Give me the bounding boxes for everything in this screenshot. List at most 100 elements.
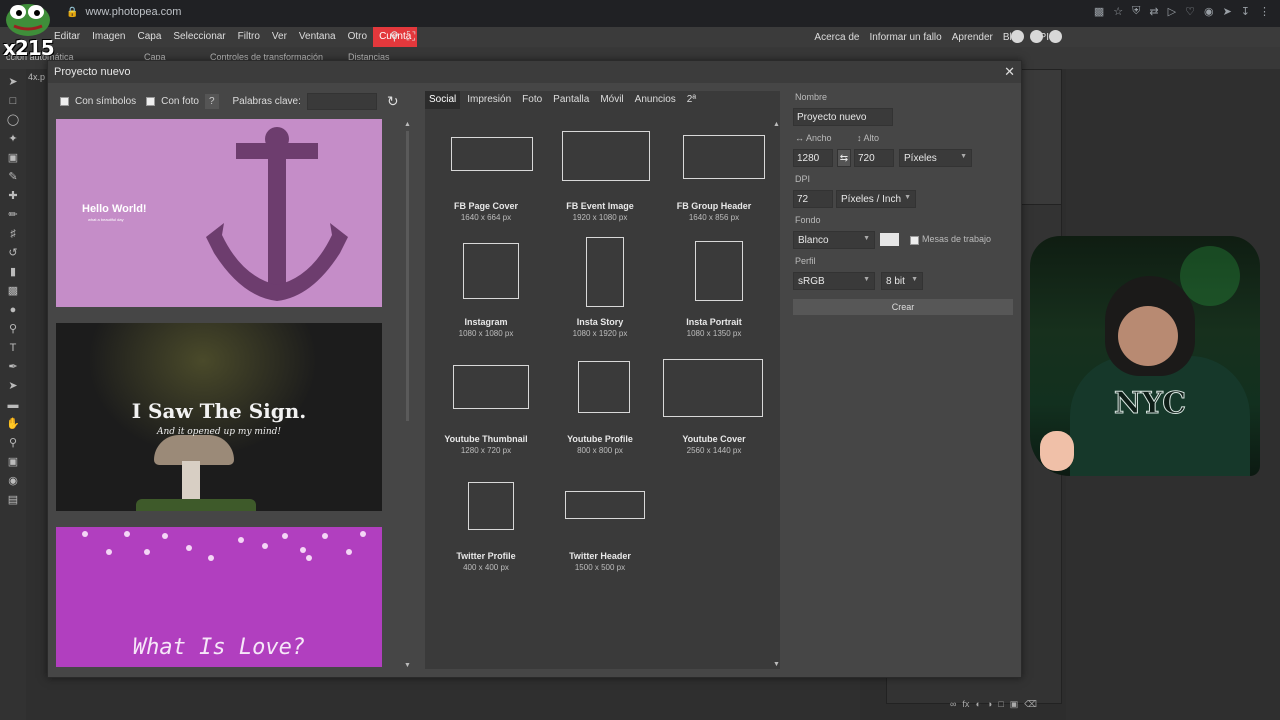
twitter-icon[interactable]	[1030, 30, 1043, 43]
marquee-tool-icon[interactable]: □	[6, 94, 20, 108]
color-swatches-icon[interactable]: ▣	[6, 455, 20, 469]
reddit-icon[interactable]	[1011, 30, 1024, 43]
document-tab[interactable]: 4x.p	[28, 72, 45, 82]
name-input[interactable]: Proyecto nuevo	[793, 108, 893, 126]
artboards-checkbox[interactable]	[910, 236, 919, 245]
background-select[interactable]: Blanco ▼	[793, 231, 875, 249]
template-card-sign[interactable]: I Saw The Sign. And it opened up my mind…	[56, 323, 382, 511]
shield-icon[interactable]: ⛨	[1132, 5, 1140, 18]
menu-link-acerca-de[interactable]: Acerca de	[809, 32, 864, 43]
translate-icon[interactable]: ⇄	[1149, 5, 1158, 18]
link-ratio-icon[interactable]: ⇆	[837, 149, 851, 167]
menu-item-otro[interactable]: Otro	[342, 27, 373, 47]
template-gallery: Hello World! what a beautiful day I Saw …	[56, 119, 382, 667]
menu-icon[interactable]: ⋮	[1259, 5, 1270, 18]
menu-item-capa[interactable]: Capa	[131, 27, 167, 47]
presets-scroll-down-icon[interactable]: ▼	[773, 661, 780, 668]
dpi-input[interactable]: 72	[793, 190, 833, 208]
blur-tool-icon[interactable]: ●	[6, 303, 20, 317]
preset-twitter-profile[interactable]: Twitter Profile 400 x 400 px	[429, 111, 543, 581]
share-icon[interactable]: ➤	[1223, 5, 1232, 18]
tab-social[interactable]: Social	[425, 91, 461, 109]
dpi-unit-select[interactable]: Píxeles / Inch ▼	[836, 190, 916, 208]
preset-twitter-header[interactable]: Twitter Header 1500 x 500 px	[543, 111, 657, 581]
menu-item-imagen[interactable]: Imagen	[86, 27, 131, 47]
shape-tool-icon[interactable]: ▬	[6, 398, 20, 412]
menu-link-informar-un-fallo[interactable]: Informar un fallo	[864, 32, 946, 43]
trash-icon[interactable]: ⌫	[1024, 699, 1037, 710]
mask-icon[interactable]: ◐	[975, 699, 980, 710]
tab-m-vil[interactable]: Móvil	[596, 91, 627, 109]
keywords-input[interactable]	[306, 93, 377, 110]
menu-item-ventana[interactable]: Ventana	[293, 27, 342, 47]
background-color-swatch[interactable]	[880, 233, 899, 246]
new-layer-icon[interactable]: ▣	[1010, 699, 1019, 710]
menu-bar: Editar Imagen Capa Seleccionar Filtro Ver Vent…	[0, 27, 1280, 47]
unit-select[interactable]: Píxeles ▼	[899, 149, 972, 167]
social-links	[1011, 30, 1062, 43]
dodge-tool-icon[interactable]: ⚲	[6, 322, 20, 336]
scroll-thumb[interactable]	[406, 131, 409, 421]
width-input[interactable]: 1280	[793, 149, 833, 167]
hand-tool-icon[interactable]: ✋	[6, 417, 20, 431]
quick-mask-icon[interactable]: ◉	[6, 474, 20, 488]
menu-link-aprender[interactable]: Aprender	[947, 32, 998, 43]
profile-select[interactable]: sRGB ▼	[793, 272, 875, 290]
folder-icon[interactable]: □	[998, 699, 1003, 710]
play-icon[interactable]: ▷	[1168, 5, 1176, 18]
facebook-icon[interactable]	[1049, 30, 1062, 43]
templates-scrollbar[interactable]: ▲ ▼	[404, 121, 411, 669]
address-bar[interactable]: 🔒 www.photopea.com	[66, 6, 181, 18]
menu-item-ver[interactable]: Ver	[266, 27, 293, 47]
adjustment-icon[interactable]: ◑	[987, 699, 992, 710]
fullscreen-icon[interactable]: ⛶	[407, 29, 415, 44]
scroll-down-icon[interactable]: ▼	[404, 662, 411, 669]
link-icon[interactable]: ∞	[950, 699, 956, 710]
eyedropper-icon[interactable]: ✎	[6, 170, 20, 184]
gradient-tool-icon[interactable]: ▩	[6, 284, 20, 298]
height-input[interactable]: 720	[854, 149, 894, 167]
photo-checkbox[interactable]	[146, 97, 156, 106]
menu-item-filtro[interactable]: Filtro	[232, 27, 266, 47]
crop-tool-icon[interactable]: ▣	[6, 151, 20, 165]
stamp-tool-icon[interactable]: ♯	[6, 227, 20, 241]
healing-tool-icon[interactable]: ✚	[6, 189, 20, 203]
create-button[interactable]: Crear	[793, 299, 1013, 315]
tab-2-[interactable]: 2ª	[683, 91, 700, 109]
menu-item-seleccionar[interactable]: Seleccionar	[167, 27, 231, 47]
history-brush-icon[interactable]: ↺	[6, 246, 20, 260]
bit-depth-select[interactable]: 8 bit ▼	[881, 272, 923, 290]
template-card-hello-world[interactable]: Hello World! what a beautiful day	[56, 119, 382, 307]
tab-anuncios[interactable]: Anuncios	[631, 91, 680, 109]
move-tool-icon[interactable]: ➤	[6, 75, 20, 89]
pen-tool-icon[interactable]: ✒	[6, 360, 20, 374]
type-tool-icon[interactable]: T	[6, 341, 20, 355]
heart-icon[interactable]: ♡	[1185, 5, 1195, 18]
dot	[144, 549, 150, 555]
magic-wand-icon[interactable]: ✦	[6, 132, 20, 146]
brush-tool-icon[interactable]: ✏	[6, 208, 20, 222]
path-select-icon[interactable]: ➤	[6, 379, 20, 393]
puzzle-icon[interactable]: ▩	[1094, 5, 1104, 18]
eraser-tool-icon[interactable]: ▮	[6, 265, 20, 279]
download-icon[interactable]: ↧	[1241, 5, 1250, 18]
tab-pantalla[interactable]: Pantalla	[549, 91, 593, 109]
help-button[interactable]: ?	[204, 94, 219, 109]
search-icon[interactable]: ⚲	[390, 29, 399, 44]
effects-icon[interactable]: fx	[962, 699, 969, 710]
presets-scroll-up-icon[interactable]: ▲	[773, 121, 780, 128]
scroll-up-icon[interactable]: ▲	[404, 121, 411, 128]
tab-impresi-n[interactable]: Impresión	[463, 91, 515, 109]
preset-youtube-cover[interactable]: Youtube Cover 2560 x 1440 px	[657, 111, 771, 581]
template-card-love[interactable]: What Is Love?	[56, 527, 382, 667]
symbols-checkbox[interactable]	[60, 97, 69, 106]
extensions-icon[interactable]: ◉	[1204, 5, 1214, 18]
zoom-tool-icon[interactable]: ⚲	[6, 436, 20, 450]
close-icon[interactable]: ✕	[1004, 64, 1015, 80]
star-icon[interactable]: ☆	[1113, 5, 1123, 18]
lasso-tool-icon[interactable]: ◯	[6, 113, 20, 127]
tab-foto[interactable]: Foto	[518, 91, 546, 109]
preset-name: Youtube Cover	[682, 434, 746, 444]
refresh-icon[interactable]: ↻	[387, 93, 399, 110]
screen-mode-icon[interactable]: ▤	[6, 493, 20, 507]
